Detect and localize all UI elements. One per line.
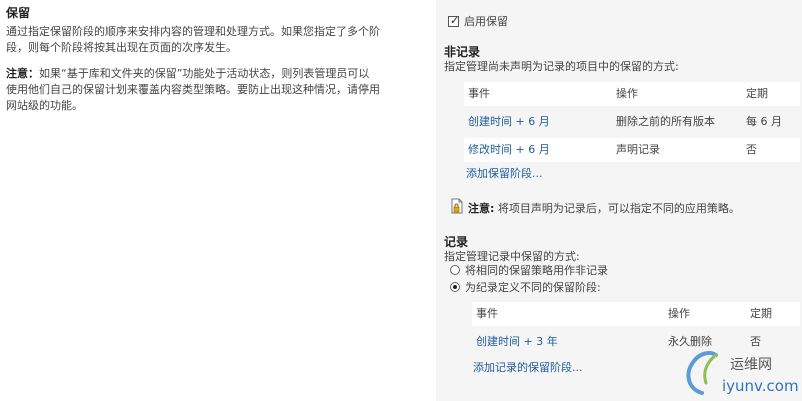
table-header-row: 事件 操作 定期 xyxy=(464,82,800,106)
right-settings-panel: ✓ 启用保留 非记录 指定管理尚未声明为记录的项目中的保留的方式: 事件 操作 … xyxy=(436,0,802,401)
radio-different-stages[interactable] xyxy=(450,282,460,292)
stage-recurrence: 否 xyxy=(746,143,757,156)
section-title: 保留 xyxy=(6,6,31,20)
column-header-recurrence: 定期 xyxy=(750,307,772,320)
note-label: 注意: xyxy=(468,202,495,215)
stage-event-link[interactable]: 创建时间 + 3 年 xyxy=(476,330,558,354)
add-record-retention-stage-link[interactable]: 添加记录的保留阶段... xyxy=(473,359,583,375)
watermark-en-text: iyunv.com xyxy=(722,377,798,395)
record-note: 注意: 将项目声明为记录后，可以指定不同的应用策略。 xyxy=(468,200,740,216)
table-row: 创建时间 + 6 月 删除之前的所有版本 每 6 月 xyxy=(464,110,800,134)
table-header-row: 事件 操作 定期 xyxy=(472,302,800,326)
left-description-panel: 保留 通过指定保留阶段的顺序来安排内容的管理和处理方式。如果您指定了多个阶 段，… xyxy=(0,0,436,401)
checkmark-icon: ✓ xyxy=(450,13,460,27)
record-option-same-policy[interactable]: 将相同的保留策略用作非记录 xyxy=(450,262,608,278)
stage-event-link[interactable]: 修改时间 + 6 月 xyxy=(468,138,550,162)
column-header-event: 事件 xyxy=(468,87,490,100)
nonrecord-stages-table: 事件 操作 定期 创建时间 + 6 月 删除之前的所有版本 每 6 月 修改时间… xyxy=(464,82,800,166)
note-label: 注意： xyxy=(6,67,39,80)
watermark-logo: 运维网 iyunv.com xyxy=(686,351,798,395)
note-text: 将项目声明为记录后，可以指定不同的应用策略。 xyxy=(497,202,740,215)
note-document-icon xyxy=(451,198,463,214)
enable-retention-row[interactable]: ✓ 启用保留 xyxy=(448,13,508,29)
stage-recurrence: 每 6 月 xyxy=(746,115,782,128)
radio-same-policy-label: 将相同的保留策略用作非记录 xyxy=(465,264,608,277)
column-header-action: 操作 xyxy=(616,87,638,100)
section-note: 注意：如果“基于库和文件夹的保留”功能处于活动状态，则列表管理员可以 使用他们自… xyxy=(6,67,380,112)
radio-same-policy[interactable] xyxy=(450,265,460,275)
add-retention-stage-link[interactable]: 添加保留阶段... xyxy=(466,165,543,181)
radio-different-stages-label: 为纪录定义不同的保留阶段: xyxy=(465,281,601,294)
enable-retention-label: 启用保留 xyxy=(464,15,508,28)
section-description: 通过指定保留阶段的顺序来安排内容的管理和处理方式。如果您指定了多个阶 段，则每个… xyxy=(6,25,380,54)
column-header-action: 操作 xyxy=(668,307,690,320)
stage-action: 声明记录 xyxy=(616,143,660,156)
nonrecord-subtitle: 指定管理尚未声明为记录的项目中的保留的方式: xyxy=(444,60,679,73)
column-header-recurrence: 定期 xyxy=(746,87,768,100)
stage-event-link[interactable]: 创建时间 + 6 月 xyxy=(468,110,550,134)
stage-action: 删除之前的所有版本 xyxy=(616,115,715,128)
enable-retention-checkbox[interactable]: ✓ xyxy=(448,13,460,27)
watermark-cn-text: 运维网 xyxy=(730,357,772,373)
column-header-event: 事件 xyxy=(476,307,498,320)
record-option-different-stages[interactable]: 为纪录定义不同的保留阶段: xyxy=(450,279,601,295)
table-row: 修改时间 + 6 月 声明记录 否 xyxy=(464,138,800,162)
